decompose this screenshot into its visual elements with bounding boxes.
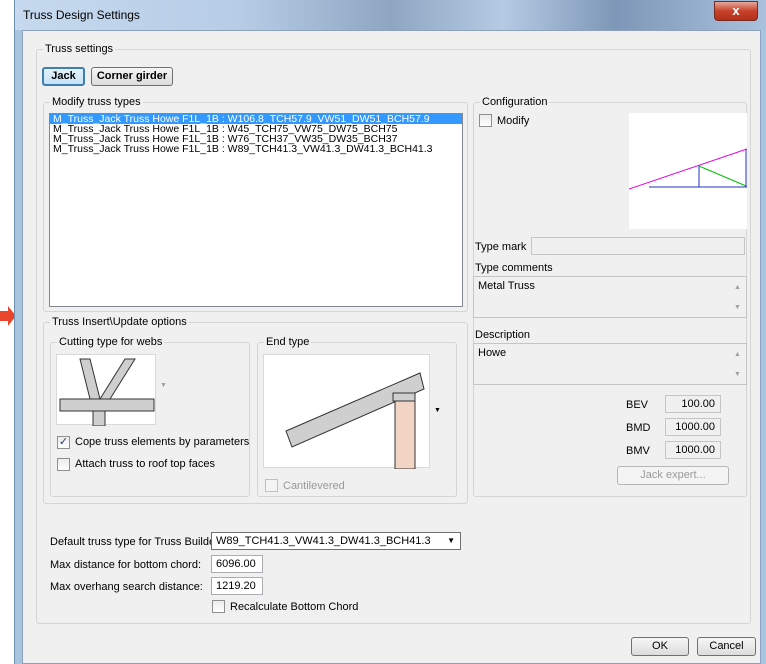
type-comments-value: Metal Truss [478, 280, 535, 292]
chevron-down-icon: ▼ [447, 536, 455, 545]
modify-truss-types-label: Modify truss types [50, 96, 143, 108]
end-type-dropdown-arrow-icon[interactable]: ▼ [434, 407, 441, 414]
cutting-type-dropdown-arrow-icon[interactable]: ▼ [160, 382, 167, 389]
bmv-label: BMV [626, 445, 650, 457]
bmd-label: BMD [626, 422, 651, 434]
cantilevered-label: Cantilevered [283, 480, 345, 492]
bev-label: BEV [626, 399, 649, 411]
end-type-preview[interactable] [263, 354, 430, 470]
cantilevered-checkbox[interactable] [265, 479, 278, 492]
config-modify-label: Modify [497, 115, 530, 127]
truss-design-settings-window: Truss Design Settings x Truss settings J… [14, 0, 766, 664]
window-title: Truss Design Settings [23, 8, 140, 22]
config-modify-checkbox[interactable] [479, 114, 492, 127]
insert-update-options-label: Truss Insert\Update options [50, 316, 189, 328]
configuration-preview [628, 113, 748, 229]
truss-configuration-diagram-icon [628, 148, 748, 190]
cope-label: Cope truss elements by parameters [75, 436, 250, 448]
recalculate-bottom-chord-label: Recalculate Bottom Chord [230, 601, 359, 613]
truss-types-list[interactable]: M_Truss_Jack Truss Howe F1L_1B : W106.8_… [49, 113, 463, 307]
bmv-field[interactable]: 1000.00 [665, 441, 721, 459]
recalculate-bottom-chord-checkbox[interactable] [212, 600, 225, 613]
scroll-down-icon[interactable]: ▼ [734, 304, 741, 311]
bmd-field[interactable]: 1000.00 [665, 418, 721, 436]
type-mark-field[interactable] [531, 237, 745, 255]
jack-expert-button[interactable]: Jack expert... [617, 466, 729, 485]
list-item[interactable]: M_Truss_Jack Truss Howe F1L_1B : W89_TCH… [50, 144, 462, 155]
attach-roof-label: Attach truss to roof top faces [75, 458, 216, 470]
cutting-type-preview[interactable] [56, 354, 156, 427]
end-type-diagram-icon [285, 372, 425, 470]
ok-button[interactable]: OK [631, 637, 689, 656]
default-truss-type-label: Default truss type for Truss Builder: [50, 536, 222, 548]
max-overhang-field[interactable]: 1219.20 [211, 577, 263, 595]
max-bottom-chord-field[interactable]: 6096.00 [211, 555, 263, 573]
cutting-type-label: Cutting type for webs [57, 336, 165, 348]
cope-checkbox[interactable]: ✓ [57, 436, 70, 449]
type-comments-field[interactable]: Metal Truss ▲ ▼ [473, 276, 747, 318]
close-button[interactable]: x [714, 1, 758, 21]
dialog-client: Truss settings Jack Corner girder Modify… [22, 30, 761, 664]
max-bottom-chord-label: Max distance for bottom chord: [50, 559, 202, 571]
configuration-label: Configuration [480, 96, 550, 108]
type-comments-scrollbar[interactable]: ▲ ▼ [732, 277, 744, 317]
title-bar[interactable]: Truss Design Settings x [15, 0, 766, 30]
scroll-up-icon[interactable]: ▲ [734, 284, 741, 291]
tab-jack[interactable]: Jack [42, 67, 85, 86]
cancel-button[interactable]: Cancel [697, 637, 756, 656]
scroll-up-icon[interactable]: ▲ [734, 351, 741, 358]
attach-roof-checkbox[interactable] [57, 458, 70, 471]
web-cut-diagram-icon [59, 358, 155, 427]
type-comments-label: Type comments [475, 262, 553, 274]
description-field[interactable]: Howe ▲ ▼ [473, 343, 747, 385]
bev-field[interactable]: 100.00 [665, 395, 721, 413]
scroll-down-icon[interactable]: ▼ [734, 371, 741, 378]
type-mark-label: Type mark [475, 241, 527, 253]
default-truss-type-value: W89_TCH41.3_VW41.3_DW41.3_BCH41.3 [216, 535, 431, 547]
truss-settings-label: Truss settings [43, 43, 116, 55]
description-value: Howe [478, 347, 507, 359]
description-scrollbar[interactable]: ▲ ▼ [732, 344, 744, 384]
default-truss-type-dropdown[interactable]: W89_TCH41.3_VW41.3_DW41.3_BCH41.3 ▼ [211, 532, 461, 550]
max-overhang-label: Max overhang search distance: [50, 581, 203, 593]
end-type-label: End type [264, 336, 312, 348]
description-label: Description [475, 329, 531, 341]
tab-corner-girder[interactable]: Corner girder [91, 67, 173, 86]
